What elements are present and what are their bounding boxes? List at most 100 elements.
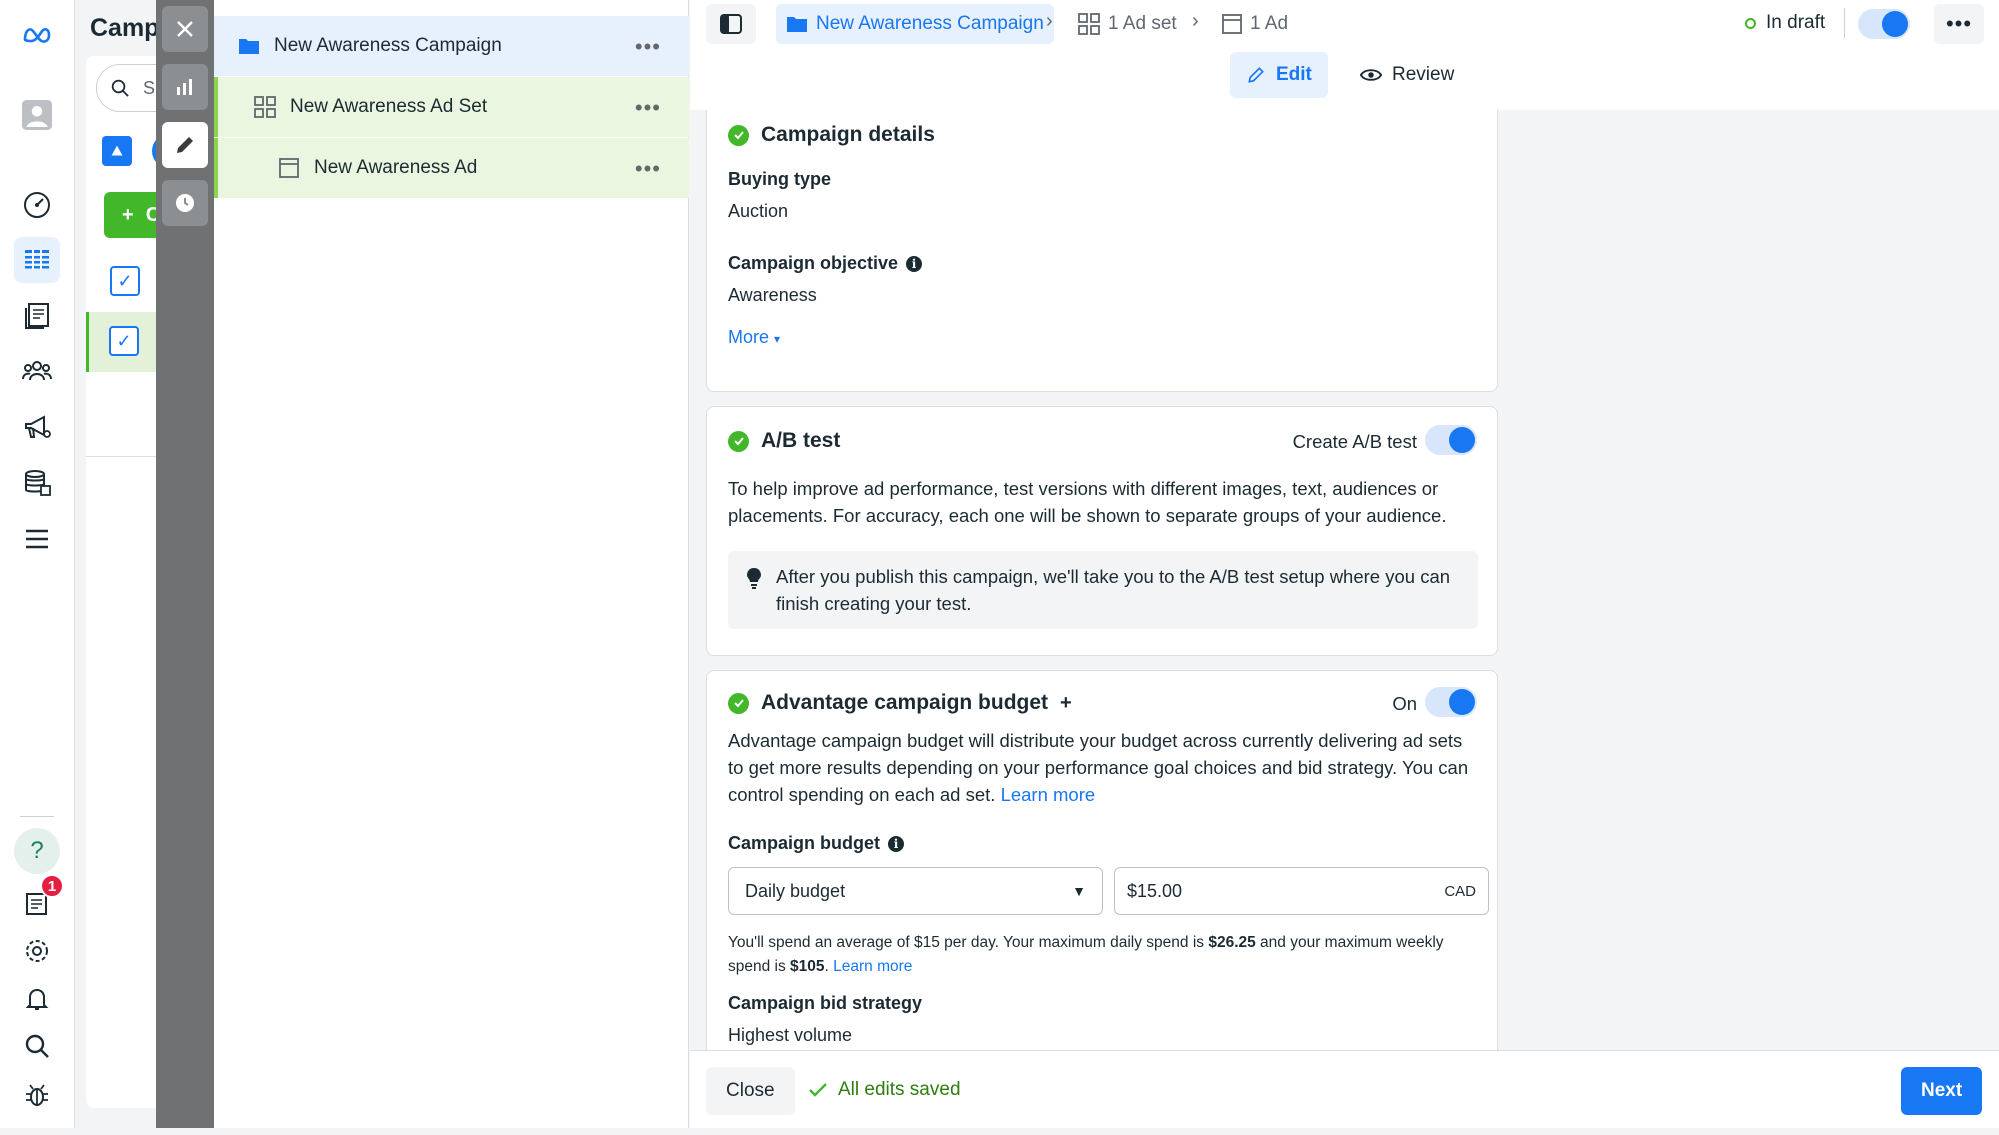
more-options-icon[interactable]: ••• (635, 156, 661, 182)
more-dropdown-link[interactable]: More ▾ (728, 327, 780, 348)
tree-item-ad[interactable]: New Awareness Ad ••• (214, 138, 689, 198)
page-bottom-edge (0, 1128, 1999, 1135)
toggle-sidebar-button[interactable] (706, 4, 756, 44)
folder-icon (236, 33, 262, 59)
card-title: Campaign details (728, 123, 935, 147)
check-circle-icon (728, 124, 749, 146)
adset-grid-icon (1078, 13, 1100, 35)
tree-item-label: New Awareness Ad Set (290, 96, 488, 117)
caret-down-icon: ▼ (1072, 883, 1086, 899)
info-icon[interactable]: i (888, 835, 904, 852)
ab-toggle-label: Create A/B test (1292, 431, 1417, 452)
campaigns-panel: S + C ✓ ✓ (86, 56, 156, 1108)
tab-edit[interactable]: Edit (1230, 52, 1328, 98)
budget-amount-input[interactable]: $15.00 CAD (1114, 867, 1489, 915)
tree-item-campaign[interactable]: New Awareness Campaign ••• (214, 16, 689, 76)
buying-type-label: Buying type (728, 169, 832, 189)
buying-type-value: Auction (728, 201, 789, 221)
more-options-icon[interactable]: ••• (635, 34, 661, 60)
megaphone-settings-icon[interactable] (14, 404, 60, 450)
notifications-news-icon[interactable]: 1 (14, 874, 64, 926)
card-title: Advantage campaign budget + (728, 691, 1072, 715)
settings-gear-icon[interactable] (14, 928, 60, 974)
ab-test-description: To help improve ad performance, test ver… (728, 478, 1447, 526)
more-actions-button[interactable]: ••• (1934, 4, 1984, 44)
all-tools-menu-icon[interactable] (14, 516, 60, 562)
breadcrumb-ad[interactable]: 1 Ad (1222, 4, 1288, 44)
history-button[interactable] (162, 180, 208, 226)
bug-report-icon[interactable] (14, 1072, 60, 1118)
tree-item-adset[interactable]: New Awareness Ad Set ••• (214, 77, 689, 137)
billing-stack-icon[interactable] (14, 460, 60, 506)
check-circle-icon (728, 692, 749, 714)
create-button[interactable]: + C (104, 192, 156, 238)
audiences-icon[interactable] (14, 348, 60, 394)
advantage-budget-card: Advantage campaign budget + On Advantage… (706, 670, 1498, 1050)
budget-type-select[interactable]: Daily budget ▼ (728, 867, 1103, 915)
pages-catalog-icon[interactable] (14, 292, 60, 338)
campaign-on-off-toggle[interactable] (1858, 9, 1910, 39)
bell-icon[interactable] (14, 976, 60, 1022)
header-divider (1844, 8, 1845, 38)
edit-pencil-button[interactable] (162, 122, 208, 168)
close-editor-button[interactable] (162, 6, 208, 52)
campaigns-folder-icon[interactable] (102, 136, 132, 166)
advantage-budget-toggle[interactable] (1425, 687, 1477, 717)
caret-down-icon: ▾ (774, 332, 781, 346)
ad-icon (1222, 14, 1242, 34)
breadcrumb-campaign[interactable]: New Awareness Campaign (776, 4, 1054, 44)
bid-strategy-label: Campaign bid strategy (728, 993, 923, 1013)
status-dot-icon (1745, 17, 1756, 29)
notification-count-badge: 1 (40, 874, 64, 898)
budget-description: Advantage campaign budget will distribut… (728, 730, 1469, 805)
learn-more-link[interactable]: Learn more (833, 958, 912, 975)
eye-icon (1360, 69, 1382, 81)
campaigns-page-background: Campa S + C ✓ ✓ (76, 0, 156, 1135)
bar-chart-icon (177, 79, 192, 95)
editor-scroll-area[interactable]: Campaign details Buying type Auction Cam… (706, 110, 1498, 1050)
campaign-budget-label: Campaign budget i (728, 833, 904, 854)
plus-icon: + (122, 203, 134, 226)
info-icon[interactable]: i (906, 255, 923, 272)
ab-test-card: A/B test Create A/B test To help improve… (706, 406, 1498, 656)
lightbulb-icon (747, 568, 761, 589)
help-icon[interactable]: ? (14, 828, 60, 874)
checkmark-icon (809, 1083, 827, 1097)
objective-label: Campaign objective i (728, 253, 923, 274)
editor-right-empty-area (1498, 110, 1999, 1050)
selected-campaign-row[interactable]: ✓ (86, 312, 156, 372)
clock-icon (176, 194, 194, 212)
editor-pane: New Awareness Campaign › 1 Ad set › 1 Ad… (690, 0, 1999, 1135)
campaign-search-input[interactable]: S (96, 64, 156, 112)
close-button[interactable]: Close (706, 1067, 795, 1115)
search-placeholder: S (143, 77, 156, 98)
row-checkbox[interactable]: ✓ (109, 326, 139, 356)
select-all-checkbox[interactable]: ✓ (110, 266, 140, 296)
sparkle-icon: + (1060, 691, 1072, 714)
dashboard-gauge-icon[interactable] (14, 182, 60, 228)
tree-item-label: New Awareness Campaign (274, 35, 502, 56)
next-button[interactable]: Next (1901, 1067, 1983, 1115)
close-icon (177, 21, 193, 37)
search-icon (111, 79, 129, 97)
editor-header: New Awareness Campaign › 1 Ad set › 1 Ad… (690, 0, 1999, 110)
search-icon[interactable] (14, 1023, 60, 1069)
ads-manager-table-icon[interactable] (14, 237, 60, 283)
pencil-icon (177, 137, 193, 153)
ab-test-toggle[interactable] (1425, 425, 1477, 455)
folder-icon (787, 17, 807, 32)
account-avatar-icon[interactable] (14, 92, 60, 138)
learn-more-link[interactable]: Learn more (1001, 784, 1096, 805)
tab-review[interactable]: Review (1344, 52, 1470, 98)
page-title: Campa (90, 14, 156, 42)
insights-chart-button[interactable] (162, 64, 208, 110)
breadcrumb-adset[interactable]: 1 Ad set (1078, 4, 1177, 44)
budget-inputs-row: Daily budget ▼ $15.00 CAD (707, 867, 1498, 915)
more-options-icon[interactable]: ••• (635, 95, 661, 121)
ab-test-tip: After you publish this campaign, we'll t… (728, 551, 1478, 629)
meta-logo-icon[interactable] (14, 12, 60, 58)
save-status: All edits saved (808, 1079, 961, 1101)
editor-footer: Close All edits saved Next (690, 1050, 1999, 1135)
ad-icon (276, 155, 302, 181)
chevron-right-icon: › (1046, 10, 1053, 32)
